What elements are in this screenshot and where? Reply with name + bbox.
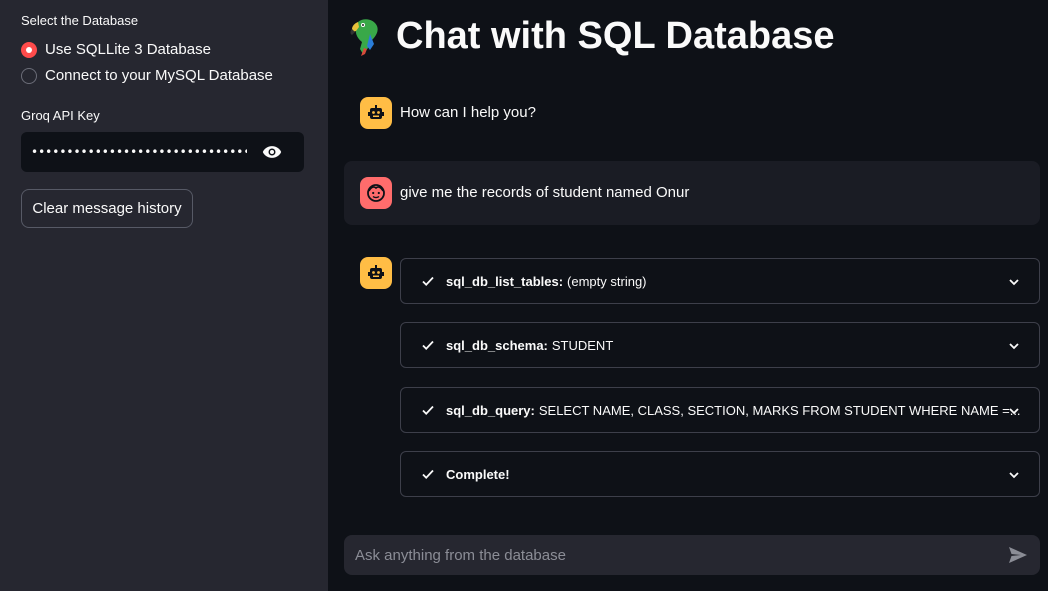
chat-input-bar [344, 535, 1040, 575]
radio-selected-icon[interactable] [21, 41, 37, 58]
api-key-field[interactable]: ••••••••••••••••••••••••••••••••••••••••… [21, 132, 304, 172]
check-icon [422, 469, 434, 479]
bot-avatar [360, 257, 392, 289]
radio-label-sqlite: Use SQLLite 3 Database [45, 41, 211, 58]
step-name: sql_db_query: [446, 402, 535, 418]
database-select-label: Select the Database [21, 13, 139, 28]
step-name: sql_db_schema: [446, 337, 548, 353]
chevron-down-icon[interactable] [1008, 405, 1020, 417]
send-icon[interactable] [1008, 546, 1028, 564]
eye-icon[interactable] [262, 144, 282, 160]
radio-label-mysql: Connect to your MySQL Database [45, 67, 273, 84]
step-expander-schema[interactable]: sql_db_schema: STUDENT [400, 322, 1040, 368]
radio-option-sqlite[interactable]: Use SQLLite 3 Database [21, 41, 211, 58]
chevron-down-icon[interactable] [1008, 469, 1020, 481]
sidebar: Select the Database Use SQLLite 3 Databa… [0, 0, 328, 591]
radio-unselected-icon[interactable] [21, 67, 37, 84]
step-detail: STUDENT [551, 337, 614, 353]
chat-input[interactable] [353, 545, 997, 565]
step-detail: (empty string) [567, 273, 647, 289]
chevron-down-icon[interactable] [1008, 276, 1020, 288]
page-title: Chat with SQL Database [344, 14, 835, 58]
chevron-down-icon[interactable] [1008, 340, 1020, 352]
assistant-message: How can I help you? [400, 104, 536, 121]
api-key-value[interactable]: ••••••••••••••••••••••••••••••••••••••••… [31, 145, 247, 159]
step-name: Complete! [446, 466, 510, 482]
user-message: give me the records of student named Onu… [400, 184, 690, 201]
step-expander-query[interactable]: sql_db_query: SELECT NAME, CLASS, SECTIO… [400, 387, 1040, 433]
check-icon [422, 340, 434, 350]
radio-option-mysql[interactable]: Connect to your MySQL Database [21, 67, 273, 84]
bot-icon [368, 265, 384, 279]
user-face-icon [367, 184, 385, 202]
page-title-text: Chat with SQL Database [396, 14, 835, 57]
api-key-label: Groq API Key [21, 108, 100, 123]
clear-history-button[interactable]: Clear message history [21, 189, 193, 228]
step-expander-list-tables[interactable]: sql_db_list_tables: (empty string) [400, 258, 1040, 304]
step-detail: SELECT NAME, CLASS, SECTION, MARKS FROM … [538, 402, 1021, 418]
check-icon [422, 405, 434, 415]
bot-avatar [360, 97, 392, 129]
check-icon [422, 276, 434, 286]
step-name: sql_db_list_tables: [446, 273, 564, 289]
bot-icon [368, 105, 384, 119]
parrot-icon [350, 19, 378, 56]
step-expander-complete[interactable]: Complete! [400, 451, 1040, 497]
user-avatar [360, 177, 392, 209]
